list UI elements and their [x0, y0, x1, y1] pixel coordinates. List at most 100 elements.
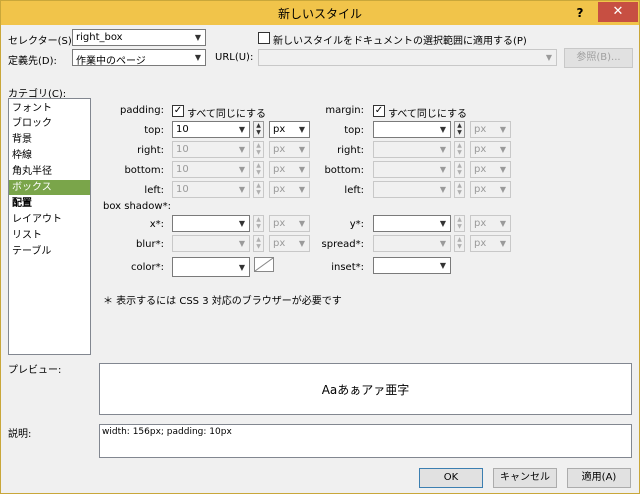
- margin-top-spinner[interactable]: ▲ ▼: [454, 121, 465, 138]
- category-item-layout[interactable]: レイアウト: [9, 212, 90, 227]
- shadow-inset-combo[interactable]: ▼: [373, 257, 451, 274]
- chevron-down-icon: ▼: [238, 125, 246, 134]
- url-combo[interactable]: ▼: [258, 49, 557, 66]
- close-button[interactable]: ✕: [598, 2, 638, 22]
- shadow-spread-spinner[interactable]: ▲ ▼: [454, 235, 465, 252]
- chevron-down-icon: ▼: [439, 219, 447, 228]
- shadow-color-combo[interactable]: ▼: [172, 257, 250, 277]
- margin-right-unit-value: px: [474, 144, 487, 155]
- padding-top-spinner[interactable]: ▲ ▼: [253, 121, 264, 138]
- margin-left-unit[interactable]: px ▼: [470, 181, 511, 198]
- padding-right-combo[interactable]: 10 ▼: [172, 141, 250, 158]
- padding-top-unit-value: px: [273, 124, 286, 135]
- margin-left-combo[interactable]: ▼: [373, 181, 451, 198]
- spin-down-icon[interactable]: ▼: [254, 223, 263, 230]
- shadow-spread-combo[interactable]: ▼: [373, 235, 451, 252]
- category-item-box[interactable]: ボックス: [9, 180, 90, 195]
- preview-box: Aaあぁアァ亜字: [99, 363, 632, 415]
- cancel-button[interactable]: キャンセル: [493, 468, 557, 488]
- padding-top-combo[interactable]: 10 ▼: [172, 121, 250, 138]
- spin-down-icon[interactable]: ▼: [455, 149, 464, 156]
- define-in-label: 定義先(D):: [8, 56, 57, 67]
- margin-top-unit[interactable]: px ▼: [470, 121, 511, 138]
- spin-up-icon[interactable]: ▲: [254, 162, 263, 169]
- browse-button[interactable]: 参照(B)...: [564, 48, 633, 68]
- chevron-down-icon: ▼: [499, 125, 507, 134]
- spin-up-icon[interactable]: ▲: [455, 142, 464, 149]
- spin-down-icon[interactable]: ▼: [254, 243, 263, 250]
- spin-down-icon[interactable]: ▼: [455, 189, 464, 196]
- padding-right-unit-value: px: [273, 144, 286, 155]
- spin-down-icon[interactable]: ▼: [254, 129, 263, 136]
- box-shadow-label: box shadow*:: [103, 201, 171, 212]
- category-item-block[interactable]: ブロック: [9, 116, 90, 131]
- margin-same-checkbox[interactable]: ✓: [373, 105, 385, 117]
- margin-right-combo[interactable]: ▼: [373, 141, 451, 158]
- padding-left-spinner[interactable]: ▲ ▼: [253, 181, 264, 198]
- shadow-y-combo[interactable]: ▼: [373, 215, 451, 232]
- spin-up-icon[interactable]: ▲: [455, 216, 464, 223]
- chevron-down-icon: ▼: [499, 219, 507, 228]
- category-item-list[interactable]: リスト: [9, 228, 90, 243]
- category-item-border-radius[interactable]: 角丸半径: [9, 164, 90, 179]
- spin-down-icon[interactable]: ▼: [455, 129, 464, 136]
- spin-up-icon[interactable]: ▲: [455, 162, 464, 169]
- spin-up-icon[interactable]: ▲: [455, 182, 464, 189]
- padding-right-spinner[interactable]: ▲ ▼: [253, 141, 264, 158]
- define-in-combo[interactable]: 作業中のページ ▼: [72, 49, 206, 67]
- margin-left-spinner[interactable]: ▲ ▼: [454, 181, 465, 198]
- margin-label: margin:: [325, 105, 364, 116]
- padding-top-label: top:: [144, 125, 164, 136]
- ok-button[interactable]: OK: [419, 468, 483, 488]
- padding-left-combo[interactable]: 10 ▼: [172, 181, 250, 198]
- spin-down-icon[interactable]: ▼: [455, 243, 464, 250]
- margin-right-unit[interactable]: px ▼: [470, 141, 511, 158]
- color-picker-swatch[interactable]: [254, 257, 274, 272]
- spin-up-icon[interactable]: ▲: [455, 122, 464, 129]
- spin-up-icon[interactable]: ▲: [254, 216, 263, 223]
- shadow-color-label: color*:: [131, 262, 164, 273]
- shadow-spread-unit[interactable]: px ▼: [470, 235, 511, 252]
- spin-up-icon[interactable]: ▲: [455, 236, 464, 243]
- margin-bottom-combo[interactable]: ▼: [373, 161, 451, 178]
- spin-down-icon[interactable]: ▼: [254, 149, 263, 156]
- category-item-background[interactable]: 背景: [9, 132, 90, 147]
- margin-top-combo[interactable]: ▼: [373, 121, 451, 138]
- margin-bottom-unit[interactable]: px ▼: [470, 161, 511, 178]
- category-item-table[interactable]: テーブル: [9, 244, 90, 259]
- spin-down-icon[interactable]: ▼: [254, 189, 263, 196]
- apply-selection-checkbox[interactable]: [258, 32, 270, 44]
- padding-same-checkbox[interactable]: ✓: [172, 105, 184, 117]
- category-list[interactable]: フォント ブロック 背景 枠線 角丸半径 ボックス 配置 レイアウト リスト テ…: [8, 98, 91, 355]
- apply-button[interactable]: 適用(A): [567, 468, 631, 488]
- shadow-blur-spinner[interactable]: ▲ ▼: [253, 235, 264, 252]
- spin-down-icon[interactable]: ▼: [254, 169, 263, 176]
- shadow-y-spinner[interactable]: ▲ ▼: [454, 215, 465, 232]
- shadow-x-spinner[interactable]: ▲ ▼: [253, 215, 264, 232]
- spin-up-icon[interactable]: ▲: [254, 142, 263, 149]
- category-item-font[interactable]: フォント: [9, 101, 90, 116]
- padding-same-label: すべて同じにする: [187, 109, 266, 120]
- shadow-y-unit[interactable]: px ▼: [470, 215, 511, 232]
- padding-bottom-combo[interactable]: 10 ▼: [172, 161, 250, 178]
- shadow-blur-combo[interactable]: ▼: [172, 235, 250, 252]
- spin-up-icon[interactable]: ▲: [254, 236, 263, 243]
- category-item-position[interactable]: 配置: [9, 196, 90, 211]
- margin-top-unit-value: px: [474, 124, 487, 135]
- category-item-border[interactable]: 枠線: [9, 148, 90, 163]
- spin-down-icon[interactable]: ▼: [455, 223, 464, 230]
- padding-bottom-label: bottom:: [124, 165, 164, 176]
- padding-bottom-spinner[interactable]: ▲ ▼: [253, 161, 264, 178]
- margin-right-label: right:: [337, 145, 364, 156]
- shadow-x-combo[interactable]: ▼: [172, 215, 250, 232]
- spin-down-icon[interactable]: ▼: [455, 169, 464, 176]
- shadow-blur-label: blur*:: [136, 239, 164, 250]
- spin-up-icon[interactable]: ▲: [254, 182, 263, 189]
- help-button[interactable]: ?: [568, 4, 592, 22]
- chevron-down-icon: ▼: [545, 53, 553, 62]
- spin-up-icon[interactable]: ▲: [254, 122, 263, 129]
- margin-bottom-spinner[interactable]: ▲ ▼: [454, 161, 465, 178]
- padding-label: padding:: [119, 105, 164, 116]
- margin-right-spinner[interactable]: ▲ ▼: [454, 141, 465, 158]
- selector-combo[interactable]: right_box ▼: [72, 29, 206, 46]
